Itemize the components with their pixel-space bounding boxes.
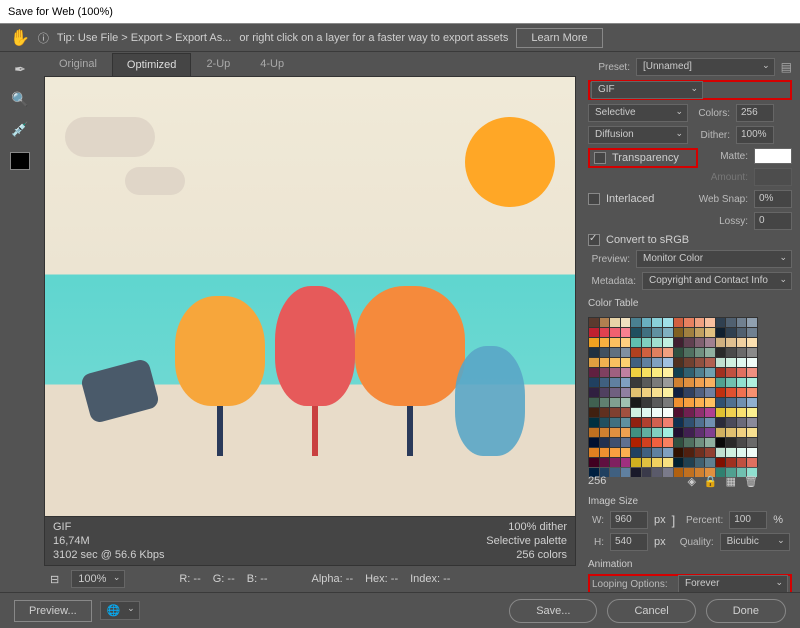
- px-2: px: [654, 536, 666, 548]
- learn-more-button[interactable]: Learn More: [516, 28, 602, 48]
- ct-icon-1[interactable]: ◈: [687, 475, 695, 488]
- zoom-tool-icon[interactable]: 🔍: [9, 88, 31, 110]
- save-button[interactable]: Save...: [509, 599, 597, 623]
- info-left: GIF 16,74M 3102 sec @ 56.6 Kbps: [53, 521, 164, 561]
- looping-label: Looping Options:: [592, 579, 672, 590]
- height-input[interactable]: 540: [610, 533, 648, 551]
- info-format: GIF: [53, 521, 164, 533]
- matte-label: Matte:: [706, 151, 748, 162]
- dialog-footer: Preview... 🌐 Save... Cancel Done: [0, 592, 800, 628]
- main-area: ✒ 🔍 💉 Original Optimized 2-Up 4-Up: [0, 52, 800, 592]
- colors-input[interactable]: 256: [736, 104, 774, 122]
- image-size-title: Image Size: [588, 496, 792, 507]
- status-bar: ⊟ 100% R: -- G: -- B: -- Alpha: -- Hex: …: [44, 566, 576, 592]
- quality-label: Quality:: [672, 537, 714, 548]
- dither-method-dropdown[interactable]: Diffusion: [588, 126, 688, 144]
- percent-input[interactable]: 100: [729, 511, 767, 529]
- settings-panel: Preset: [Unnamed] ▤ GIF Selective Colors…: [580, 52, 800, 592]
- preview-artwork: [45, 77, 575, 516]
- panel-menu-icon[interactable]: ▤: [781, 60, 792, 74]
- percent-sign: %: [773, 514, 783, 526]
- interlaced-checkbox[interactable]: [588, 193, 600, 205]
- preview-info: GIF 16,74M 3102 sec @ 56.6 Kbps 100% dit…: [44, 517, 576, 566]
- quality-dropdown[interactable]: Bicubic: [720, 533, 790, 551]
- metadata-dropdown[interactable]: Copyright and Contact Info: [642, 272, 792, 290]
- title-bar: Save for Web (100%): [0, 0, 800, 24]
- websnap-input[interactable]: 0%: [754, 190, 792, 208]
- lossy-input[interactable]: 0: [754, 212, 792, 230]
- preset-dropdown[interactable]: [Unnamed]: [636, 58, 775, 76]
- preview-button[interactable]: Preview...: [14, 600, 92, 622]
- websnap-label: Web Snap:: [696, 194, 748, 205]
- ct-trash-icon[interactable]: 🗑: [744, 475, 758, 488]
- image-preview[interactable]: [44, 76, 576, 517]
- pen-tool-icon[interactable]: ✒: [9, 58, 31, 80]
- info-size: 16,74M: [53, 535, 164, 547]
- color-count: 256: [588, 475, 606, 488]
- matte-swatch[interactable]: [754, 148, 792, 164]
- color-table-title: Color Table: [588, 298, 792, 309]
- preview-panel: Original Optimized 2-Up 4-Up: [40, 52, 580, 592]
- fit-icon[interactable]: ⊟: [50, 573, 59, 586]
- tip-bar: ✋ ⓘ Tip: Use File > Export > Export As..…: [0, 24, 800, 52]
- preview-tabs: Original Optimized 2-Up 4-Up: [44, 52, 576, 76]
- info-dither: 100% dither: [486, 521, 567, 533]
- amount-label: Amount:: [706, 172, 748, 183]
- color-table[interactable]: [588, 317, 758, 467]
- amount-input: [754, 168, 792, 186]
- format-dropdown[interactable]: GIF: [591, 81, 703, 99]
- dither-label: Dither:: [694, 130, 730, 141]
- ct-lock-icon[interactable]: 🔒: [704, 475, 718, 488]
- preview-dropdown[interactable]: Monitor Color: [636, 250, 792, 268]
- hand-icon: ✋: [10, 28, 30, 48]
- hex-value: Hex: --: [365, 573, 398, 585]
- r-value: R: --: [179, 573, 200, 585]
- tip-text-1: Tip: Use File > Export > Export As...: [57, 32, 231, 44]
- zoom-dropdown[interactable]: 100%: [71, 570, 125, 588]
- srgb-label: Convert to sRGB: [606, 234, 689, 246]
- browser-dropdown[interactable]: 🌐: [100, 601, 140, 620]
- info-time: 3102 sec @ 56.6 Kbps: [53, 549, 164, 561]
- link-icon[interactable]: ]: [672, 513, 676, 528]
- width-input[interactable]: 960: [610, 511, 648, 529]
- color-table-toolbar: 256 ◈ 🔒 ▦ 🗑: [588, 475, 758, 488]
- info-colors: 256 colors: [486, 549, 567, 561]
- animation-title: Animation: [588, 559, 792, 570]
- width-label: W:: [588, 515, 604, 526]
- colors-label: Colors:: [694, 108, 730, 119]
- transparency-checkbox[interactable]: [594, 152, 606, 164]
- index-value: Index: --: [410, 573, 450, 585]
- metadata-label: Metadata:: [588, 276, 636, 287]
- done-button[interactable]: Done: [706, 599, 786, 623]
- percent-label: Percent:: [681, 515, 723, 526]
- eyedropper-tool-icon[interactable]: 💉: [9, 118, 31, 140]
- info-icon: ⓘ: [38, 30, 49, 46]
- px-1: px: [654, 514, 666, 526]
- preview-label: Preview:: [588, 254, 630, 265]
- tip-text-2: or right click on a layer for a faster w…: [239, 32, 508, 44]
- tool-palette: ✒ 🔍 💉: [0, 52, 40, 592]
- tab-optimized[interactable]: Optimized: [112, 53, 192, 76]
- alpha-value: Alpha: --: [312, 573, 354, 585]
- lossy-label: Lossy:: [706, 216, 748, 227]
- color-reduction-dropdown[interactable]: Selective: [588, 104, 688, 122]
- g-value: G: --: [213, 573, 235, 585]
- tab-original[interactable]: Original: [44, 52, 112, 76]
- info-right: 100% dither Selective palette 256 colors: [486, 521, 567, 561]
- color-swatch[interactable]: [10, 152, 30, 170]
- ct-icon-3[interactable]: ▦: [726, 475, 736, 488]
- b-value: B: --: [247, 573, 268, 585]
- srgb-checkbox[interactable]: [588, 234, 600, 246]
- cancel-button[interactable]: Cancel: [607, 599, 695, 623]
- interlaced-label: Interlaced: [606, 193, 654, 205]
- tab-4up[interactable]: 4-Up: [245, 52, 299, 76]
- info-palette: Selective palette: [486, 535, 567, 547]
- looping-dropdown[interactable]: Forever: [678, 575, 788, 592]
- dither-input[interactable]: 100%: [736, 126, 774, 144]
- window-title: Save for Web (100%): [8, 6, 113, 18]
- tab-2up[interactable]: 2-Up: [191, 52, 245, 76]
- height-label: H:: [588, 537, 604, 548]
- preset-label: Preset:: [588, 62, 630, 73]
